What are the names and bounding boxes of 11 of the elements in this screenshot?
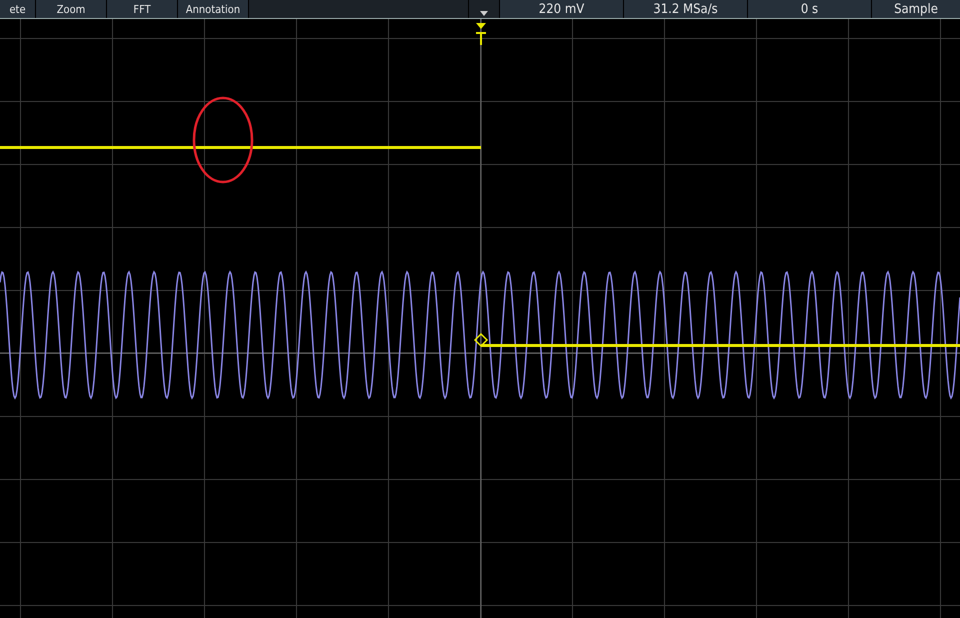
toolbar-button[interactable]: Zoom	[36, 0, 106, 18]
caret-icon[interactable]	[469, 0, 499, 18]
trigger-level-icon	[474, 332, 488, 348]
toolbar-button[interactable]: ete	[0, 0, 35, 18]
trigger-position-icon	[476, 23, 486, 45]
readout-field[interactable]: 31.2 MSa/s	[624, 0, 747, 18]
readout-field[interactable]: 0 s	[748, 0, 871, 18]
toolbar-button[interactable]: Annotation	[178, 0, 248, 18]
readout-field[interactable]: 220 mV	[500, 0, 623, 18]
readout-field[interactable]: Sample	[872, 0, 960, 18]
toolbar-button[interactable]: FFT	[107, 0, 177, 18]
